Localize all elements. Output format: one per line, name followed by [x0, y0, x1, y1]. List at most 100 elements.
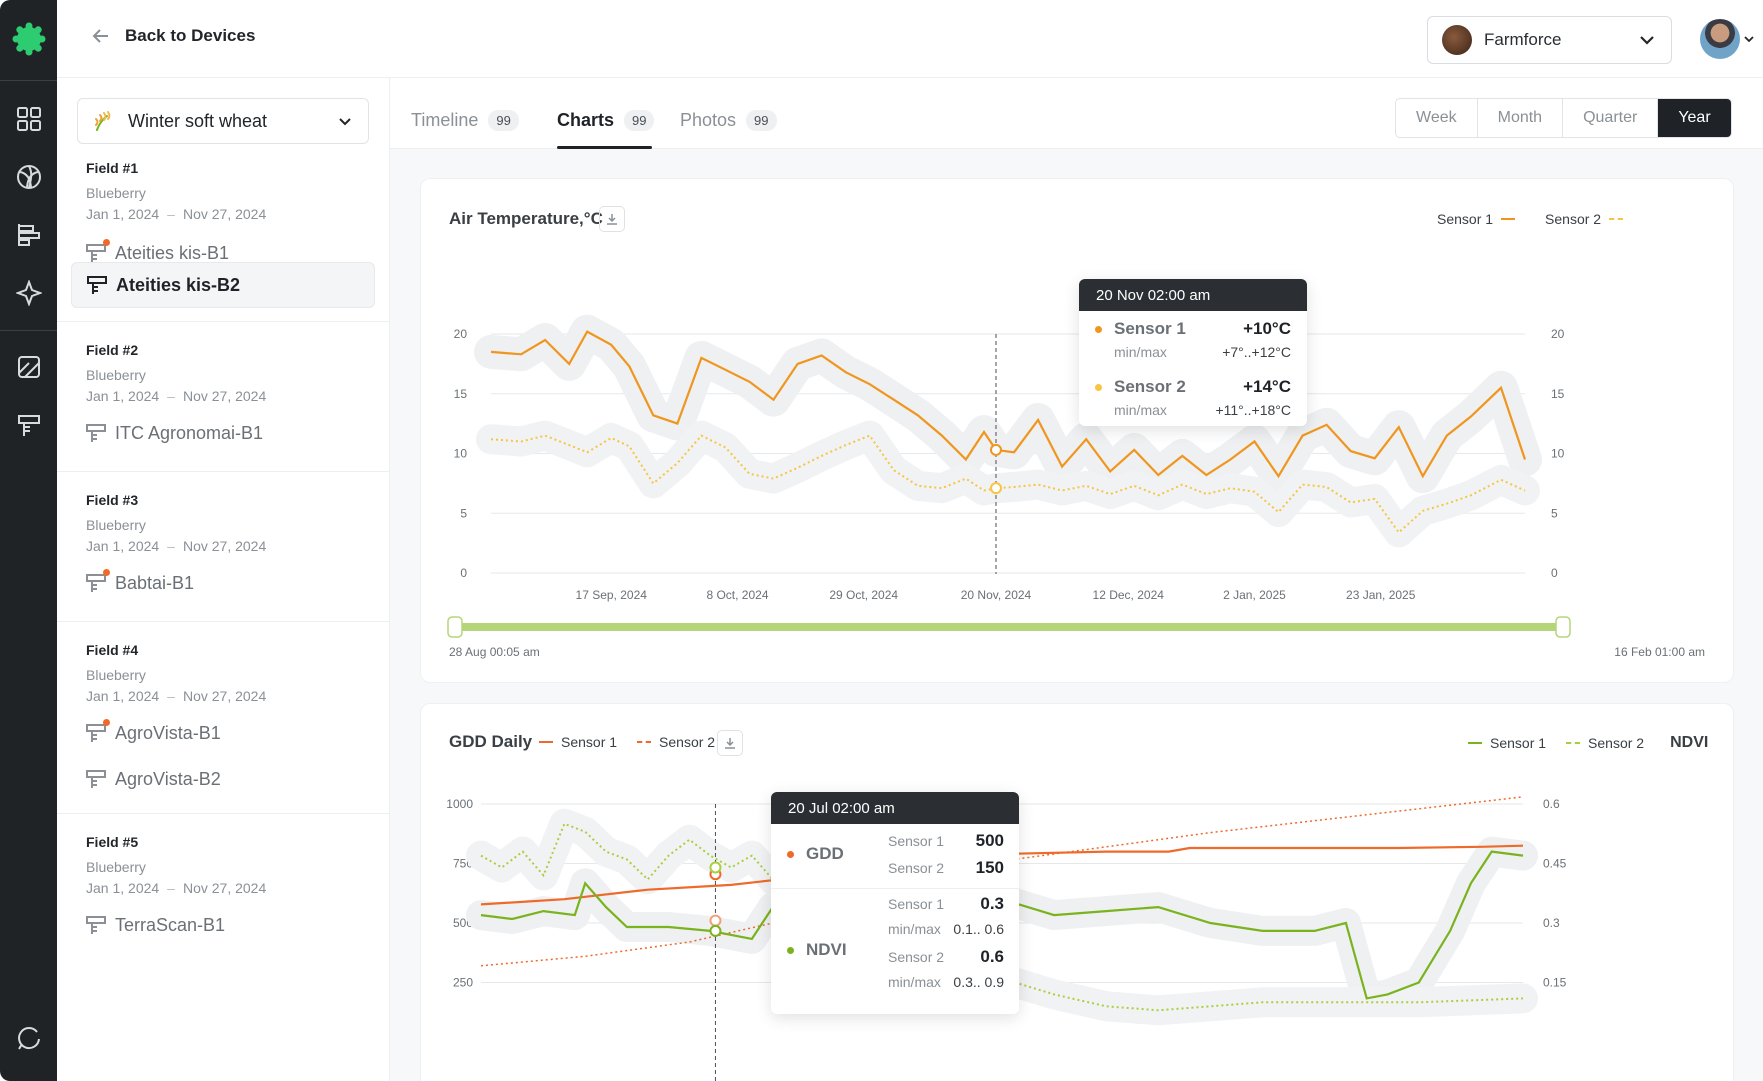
tooltip-value: 500: [975, 831, 1004, 850]
y-tick-label: 20: [454, 327, 468, 341]
y2-tick-label: 10: [1551, 447, 1565, 461]
globe-icon[interactable]: [14, 162, 44, 192]
field-end-date: Nov 27, 2024: [182, 688, 267, 704]
period-month-button[interactable]: Month: [1478, 99, 1564, 137]
tooltip-minmax-label: min/max: [888, 921, 941, 937]
field-dates: Jan 1, 2024– Nov 27, 2024: [86, 688, 267, 704]
tooltip-minmax-label: min/max: [1114, 344, 1167, 360]
device-item-selected[interactable]: Ateities kis-B2: [71, 262, 375, 308]
tooltip-minmax-value: +11°..+18°C: [1215, 402, 1291, 418]
x-tick-label: 29 Oct, 2024: [829, 588, 898, 602]
y2-tick-label: 0.6: [1543, 797, 1560, 811]
sensor-device-icon[interactable]: [14, 410, 44, 440]
field-crop: Blueberry: [86, 367, 146, 383]
period-week-button[interactable]: Week: [1396, 99, 1478, 137]
tooltip-date: 20 Nov 02:00 am: [1079, 279, 1307, 311]
air-temperature-chart[interactable]: 0 5 10 15 20 0 5 10 15 20 17 Sep, 2024 8 Oct, 2024 2…: [421, 179, 1735, 684]
y-tick-label: 0: [460, 566, 467, 580]
device-item[interactable]: ITC Agronomai-B1: [71, 410, 375, 456]
range-bar: [455, 623, 1563, 631]
field-group: Field #2 Blueberry Jan 1, 2024– Nov 27, 2…: [57, 322, 390, 472]
crop-selector[interactable]: Winter soft wheat: [77, 98, 369, 144]
sensor-device-icon: [85, 239, 110, 264]
x-tick-label: 12 Dec, 2024: [1093, 588, 1165, 602]
series-dot: [787, 850, 794, 858]
sparkle-icon[interactable]: [14, 278, 44, 308]
y2-tick-label: 20: [1551, 327, 1565, 341]
tooltip-value: 150: [975, 858, 1004, 877]
tab-label: Charts: [557, 110, 615, 130]
alert-dot: [103, 239, 110, 246]
device-item[interactable]: AgroVista-B2: [71, 756, 375, 802]
tab-count-badge: 99: [624, 110, 655, 131]
tab-photos[interactable]: Photos 99: [680, 110, 777, 131]
active-tab-indicator: [557, 146, 652, 149]
device-item[interactable]: TerraScan-B1: [71, 902, 375, 948]
field-dates: Jan 1, 2024– Nov 27, 2024: [86, 206, 267, 222]
brand-logo[interactable]: [12, 22, 46, 56]
tooltip-minmax-label: min/max: [1114, 402, 1167, 418]
chevron-down-icon: [339, 118, 351, 126]
tooltip-sensor-label: Sensor 2: [888, 949, 945, 965]
range-end-label: 16 Feb 01:00 am: [1614, 645, 1705, 659]
device-item[interactable]: Babtai-B1: [71, 560, 375, 606]
range-handle-start: [447, 616, 463, 638]
device-name: AgroVista-B1: [115, 722, 221, 743]
field-end-date: Nov 27, 2024: [182, 206, 267, 222]
gdd-daily-chart[interactable]: 25050075010000.150.30.450.6: [421, 704, 1735, 1081]
field-end-date: Nov 27, 2024: [182, 538, 267, 554]
gantt-icon[interactable]: [14, 220, 44, 250]
tooltip-gdd-row: GDD: [787, 844, 844, 864]
field-start-date: Jan 1, 2024: [86, 688, 160, 704]
field-end-date: Nov 27, 2024: [182, 880, 267, 896]
top-header: Back to Devices Farmforce: [57, 0, 1763, 78]
field-title: Field #2: [86, 342, 139, 358]
tooltip-divider: [771, 888, 1019, 889]
tooltip-sensor-1-row: Sensor 1 +10°C: [1095, 319, 1291, 339]
tooltip-sensor-label: Sensor 1: [888, 896, 945, 912]
tab-charts[interactable]: Charts 99: [557, 110, 655, 131]
series-dot: [1095, 325, 1102, 333]
tab-timeline[interactable]: Timeline 99: [411, 110, 519, 131]
tooltip-sensor-label: Sensor 2: [888, 860, 945, 876]
field-group: Field #3 Blueberry Jan 1, 2024– Nov 27, 2…: [57, 472, 390, 622]
tabs-bar: Timeline 99 Charts 99 Photos 99 Week Mon…: [390, 78, 1763, 149]
field-dates: Jan 1, 2024– Nov 27, 2024: [86, 388, 267, 404]
chevron-down-icon: [1640, 36, 1654, 45]
tooltip-minmax-value: +7°..+12°C: [1222, 344, 1291, 360]
tooltip-ndvi-row: NDVI: [787, 940, 847, 960]
farm-selector[interactable]: Farmforce: [1427, 16, 1672, 64]
tab-count-badge: 99: [746, 110, 777, 131]
device-item[interactable]: AgroVista-B1: [71, 710, 375, 756]
dashboard-icon[interactable]: [14, 104, 44, 134]
user-menu[interactable]: [1700, 19, 1756, 59]
back-to-devices-link[interactable]: Back to Devices: [91, 26, 255, 46]
field-group: Field #1 Blueberry Jan 1, 2024– Nov 27, 2…: [57, 144, 390, 322]
y2-tick-label: 5: [1551, 506, 1558, 520]
device-name: ITC Agronomai-B1: [115, 422, 264, 443]
chat-support-icon[interactable]: [14, 1024, 44, 1054]
field-group: Field #5 Blueberry Jan 1, 2024– Nov 27, 2…: [57, 814, 390, 1014]
tooltip-minmax-value: 0.3.. 0.9: [953, 974, 1004, 990]
device-name: Ateities kis-B2: [116, 274, 241, 295]
y2-tick-label: 15: [1551, 387, 1565, 401]
tooltip-value: +10°C: [1243, 319, 1291, 338]
app-rail: [0, 0, 57, 1081]
alert-dot: [103, 569, 110, 576]
field-map-icon[interactable]: [14, 352, 44, 382]
field-end-date: Nov 27, 2024: [182, 388, 267, 404]
tooltip-series-name: Sensor 1: [1114, 319, 1186, 338]
tooltip-value: 0.3: [980, 894, 1004, 913]
device-sidebar: Winter soft wheat Field #1 Blueberry Jan…: [57, 78, 390, 1081]
highlight-point-ndvi-sensor-1: [709, 924, 722, 937]
y2-tick-label: 0.15: [1543, 976, 1567, 990]
field-start-date: Jan 1, 2024: [86, 880, 160, 896]
highlight-point-gdd-sensor-2: [709, 914, 722, 927]
field-start-date: Jan 1, 2024: [86, 206, 160, 222]
period-year-button[interactable]: Year: [1658, 99, 1731, 137]
field-title: Field #3: [86, 492, 139, 508]
sensor-device-icon: [85, 914, 107, 936]
period-quarter-button[interactable]: Quarter: [1563, 99, 1659, 137]
tab-count-badge: 99: [488, 110, 519, 131]
field-group: Field #4 Blueberry Jan 1, 2024– Nov 27, 2…: [57, 622, 390, 814]
